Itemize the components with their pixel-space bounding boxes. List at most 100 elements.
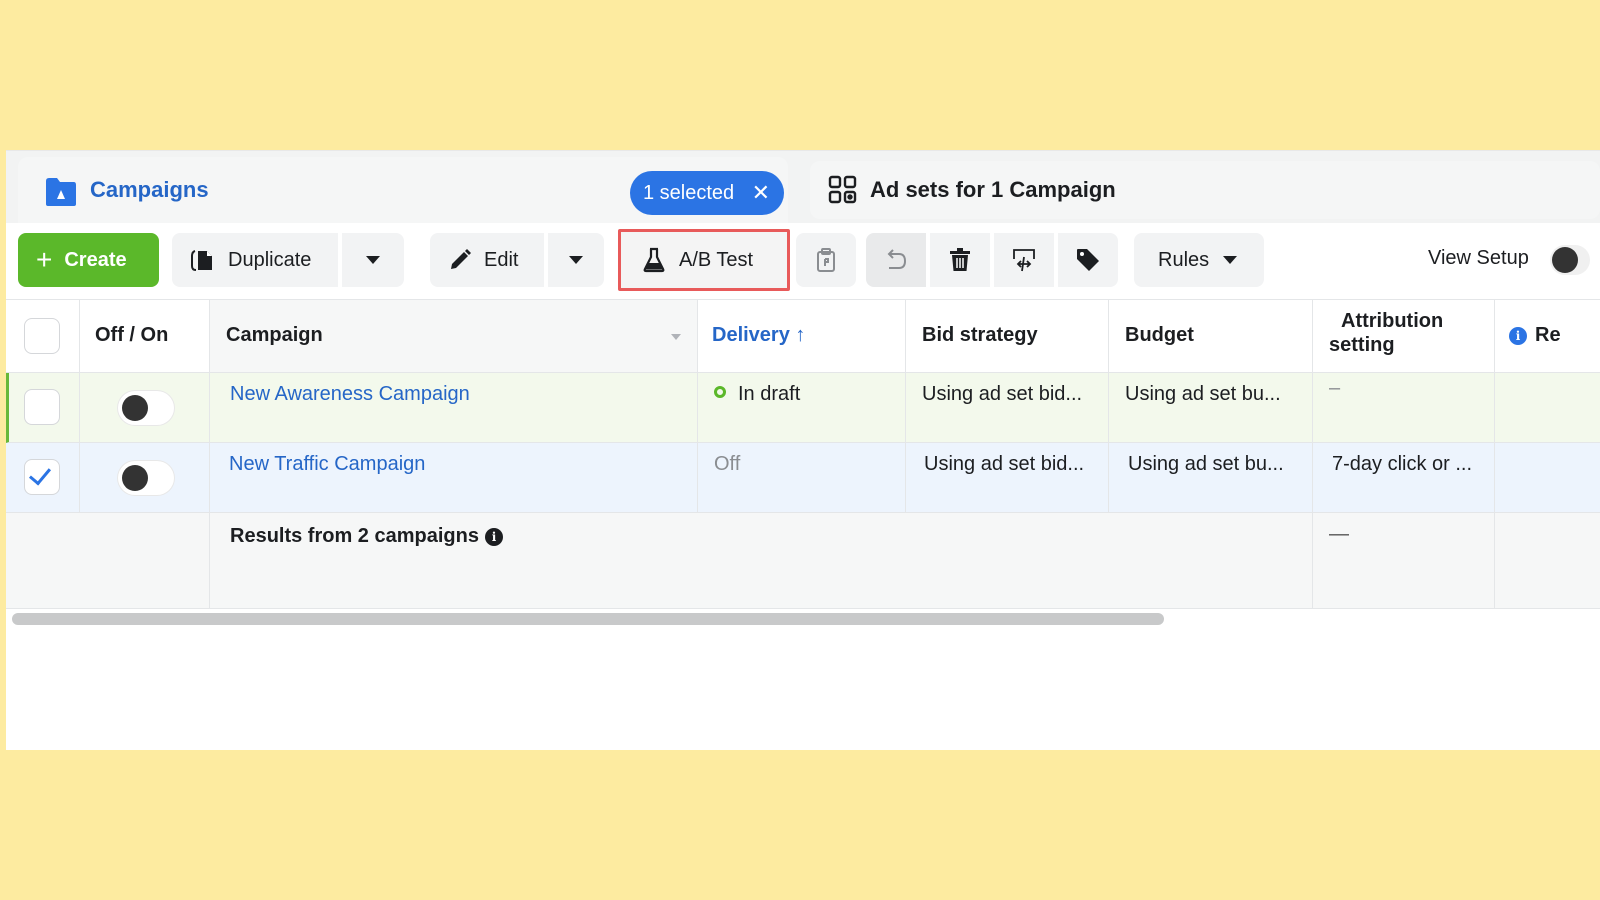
create-label: Create — [64, 248, 127, 271]
edit-dropdown-button[interactable] — [548, 233, 604, 287]
summary-empty-cell — [6, 513, 80, 608]
tab-ad-sets-label: Ad sets for 1 Campaign — [870, 177, 1116, 202]
budget-value: Using ad set bu... — [1128, 453, 1284, 475]
row-budget-cell: Using ad set bu... — [1109, 443, 1313, 512]
row-checkbox[interactable] — [24, 459, 60, 495]
header-campaign-label: Campaign — [226, 324, 323, 346]
paste-button[interactable] — [796, 233, 856, 287]
selected-count-label: 1 selected — [643, 181, 735, 204]
budget-value: Using ad set bu... — [1125, 383, 1281, 405]
view-setup-toggle[interactable] — [1550, 245, 1590, 275]
undo-icon — [883, 248, 909, 272]
plus-icon: + — [36, 244, 53, 275]
info-icon[interactable]: i — [484, 528, 503, 546]
duplicate-icon — [190, 248, 216, 272]
delivery-status-label: In draft — [738, 383, 801, 405]
create-button[interactable]: + Create — [18, 233, 159, 287]
row-toggle-cell — [80, 443, 210, 512]
chevron-down-icon — [569, 256, 583, 264]
rules-label: Rules — [1158, 248, 1210, 271]
row-budget-cell: Using ad set bu... — [1109, 373, 1313, 442]
select-all-cell — [6, 300, 80, 372]
campaign-name-link[interactable]: New Awareness Campaign — [230, 383, 470, 406]
row-select-cell — [9, 373, 80, 442]
row-bid-cell: Using ad set bid... — [906, 443, 1109, 512]
view-setup-label: View Setup — [1428, 247, 1529, 269]
header-attribution-line2: setting — [1329, 334, 1395, 356]
row-toggle-cell — [80, 373, 210, 442]
edit-label: Edit — [484, 248, 519, 271]
sort-caret-icon[interactable] — [671, 334, 681, 340]
header-campaign[interactable]: Campaign — [210, 300, 698, 372]
header-budget-label: Budget — [1125, 324, 1194, 346]
header-delivery-label: Delivery ↑ — [712, 324, 806, 346]
header-bid-strategy[interactable]: Bid strategy — [906, 300, 1109, 372]
tab-ad-sets[interactable]: Ad sets for 1 Campaign — [810, 161, 1600, 219]
export-icon — [1010, 247, 1038, 273]
export-button[interactable] — [994, 233, 1054, 287]
checkmark-icon — [28, 462, 52, 486]
duplicate-button[interactable]: Duplicate — [172, 233, 338, 287]
trash-icon — [949, 247, 971, 273]
bid-strategy-value: Using ad set bid... — [924, 453, 1085, 475]
duplicate-label: Duplicate — [228, 248, 312, 271]
edit-button[interactable]: Edit — [430, 233, 544, 287]
header-delivery[interactable]: Delivery ↑ — [698, 300, 906, 372]
header-attribution-line1: Attribution — [1341, 310, 1444, 332]
campaign-name-link[interactable]: New Traffic Campaign — [229, 453, 425, 476]
table-row[interactable]: New Awareness Campaign In draft Using ad… — [6, 373, 1600, 443]
row-delivery-cell: In draft — [698, 373, 906, 442]
row-delivery-cell: Off — [698, 443, 906, 512]
header-results[interactable]: i Re — [1495, 300, 1600, 372]
header-budget[interactable]: Budget — [1109, 300, 1313, 372]
ab-test-label: A/B Test — [679, 248, 754, 271]
row-results-cell — [1495, 373, 1600, 442]
bid-strategy-value: Using ad set bid... — [922, 383, 1083, 405]
row-campaign-cell: New Awareness Campaign — [210, 373, 698, 442]
undo-button[interactable] — [866, 233, 926, 287]
campaign-on-off-toggle[interactable] — [118, 391, 174, 425]
delivery-status-label: Off — [714, 453, 741, 475]
table-header: Off / On Campaign Delivery ↑ Bid strateg… — [6, 299, 1600, 373]
horizontal-scrollbar[interactable] — [12, 613, 1164, 625]
row-campaign-cell: New Traffic Campaign — [210, 443, 698, 512]
toolbar: + Create Duplicate Edit A/B Test Rules V… — [6, 223, 1600, 299]
delivery-status: In draft — [714, 383, 800, 406]
campaign-on-off-toggle[interactable] — [118, 461, 174, 495]
tab-campaigns[interactable]: Campaigns 1 selected ✕ — [18, 157, 788, 223]
tag-icon — [1075, 247, 1101, 273]
summary-label: Results from 2 campaigns — [230, 525, 479, 547]
summary-empty-cell — [80, 513, 210, 608]
header-attribution[interactable]: Attribution setting — [1313, 300, 1495, 372]
row-attribution-cell: 7-day click or ... — [1313, 443, 1495, 512]
table-row[interactable]: New Traffic Campaign Off Using ad set bi… — [6, 443, 1600, 513]
info-icon[interactable]: i — [1509, 327, 1527, 345]
row-select-cell — [6, 443, 80, 512]
summary-row: Results from 2 campaigns i — — [6, 513, 1600, 609]
tab-bar: Campaigns 1 selected ✕ Ad sets for 1 Cam… — [6, 151, 1600, 223]
row-bid-cell: Using ad set bid... — [906, 373, 1109, 442]
summary-results-cell — [1495, 513, 1600, 608]
header-results-wrap: i Re — [1509, 324, 1561, 347]
select-all-checkbox[interactable] — [24, 318, 60, 354]
folder-icon — [44, 177, 78, 207]
chevron-down-icon — [1223, 256, 1238, 264]
rules-button[interactable]: Rules — [1134, 233, 1264, 287]
draft-status-icon — [714, 386, 726, 398]
tag-button[interactable] — [1058, 233, 1118, 287]
row-results-cell — [1495, 443, 1600, 512]
row-checkbox[interactable] — [24, 389, 60, 425]
ab-test-button[interactable]: A/B Test — [618, 229, 790, 291]
chevron-down-icon — [366, 256, 380, 264]
duplicate-dropdown-button[interactable] — [342, 233, 404, 287]
tab-campaigns-label: Campaigns — [90, 177, 209, 202]
ads-manager-panel: Campaigns 1 selected ✕ Ad sets for 1 Cam… — [6, 150, 1600, 750]
attribution-value: 7-day click or ... — [1332, 453, 1473, 475]
header-bid-strategy-label: Bid strategy — [922, 324, 1038, 346]
delete-button[interactable] — [930, 233, 990, 287]
selected-count-pill[interactable]: 1 selected ✕ — [630, 171, 784, 215]
close-icon[interactable]: ✕ — [752, 180, 770, 206]
flask-icon — [643, 247, 665, 273]
grid-icon — [828, 175, 858, 205]
pencil-icon — [448, 248, 472, 272]
